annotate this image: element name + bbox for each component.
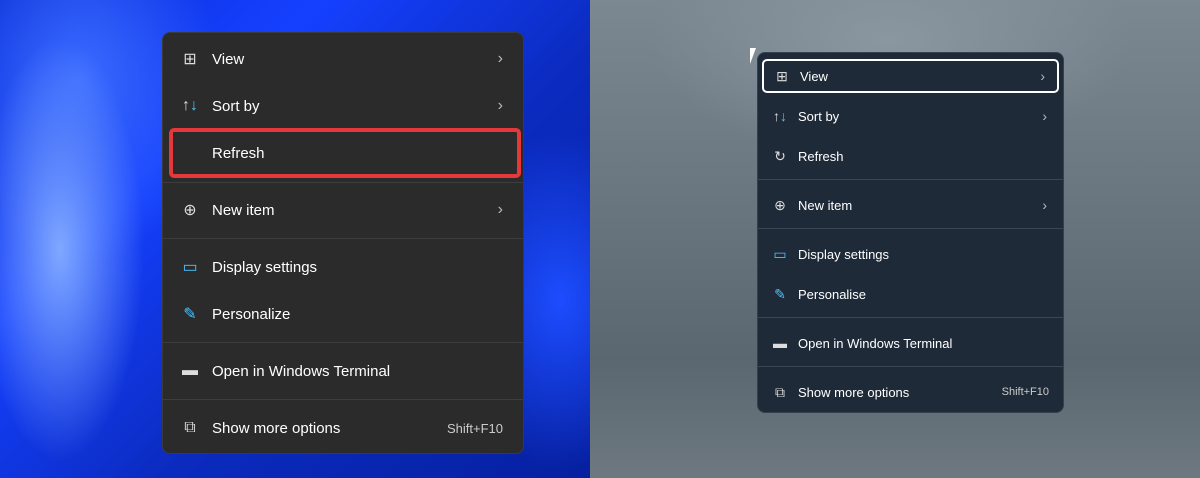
divider [163, 399, 523, 400]
chevron-right-icon: › [1042, 108, 1047, 124]
chevron-right-icon: › [1040, 68, 1045, 84]
plus-circle-icon: ⊕ [774, 196, 786, 213]
share-icon: ⧉ [775, 383, 785, 400]
menu-item-display-settings[interactable]: ▭ Display settings [167, 247, 519, 287]
divider [758, 317, 1063, 318]
divider [758, 366, 1063, 367]
menu-item-personalize[interactable]: ✎ Personalize [167, 294, 519, 334]
divider [163, 182, 523, 183]
brush-icon: ✎ [774, 285, 786, 302]
menu-item-refresh[interactable]: ↻ Refresh [762, 140, 1059, 172]
mouse-cursor-icon [750, 48, 756, 64]
plus-circle-icon: ⊕ [183, 202, 197, 219]
divider [758, 179, 1063, 180]
menu-item-personalise[interactable]: ✎ Personalise [762, 278, 1059, 310]
divider [163, 238, 523, 239]
display-icon: ▭ [182, 259, 198, 276]
menu-item-sort-by[interactable]: ↑↓ Sort by › [167, 86, 519, 126]
sort-icon: ↑↓ [773, 108, 787, 124]
highlight-box [169, 128, 521, 178]
grid-icon: ⊞ [776, 67, 788, 84]
divider [163, 342, 523, 343]
brush-icon: ✎ [183, 306, 197, 323]
grid-icon: ⊞ [183, 51, 197, 68]
chevron-right-icon: › [497, 50, 503, 67]
divider [758, 228, 1063, 229]
menu-item-display-settings[interactable]: ▭ Display settings [762, 238, 1059, 270]
chevron-right-icon: › [497, 201, 503, 218]
menu-item-view[interactable]: ⊞ View › [762, 59, 1059, 93]
terminal-icon: ▬ [773, 335, 787, 351]
context-menu-windows11: ⊞ View › ↑↓ Sort by › Refresh ⊕ New item › ▭ Di… [162, 32, 524, 454]
chevron-right-icon: › [497, 97, 503, 114]
sort-icon: ↑↓ [182, 97, 198, 114]
menu-item-view[interactable]: ⊞ View › [167, 39, 519, 79]
menu-item-show-more-options[interactable]: ⧉ Show more options Shift+F10 [167, 408, 519, 448]
menu-item-open-terminal[interactable]: ▬ Open in Windows Terminal [167, 351, 519, 391]
menu-item-open-terminal[interactable]: ▬ Open in Windows Terminal [762, 327, 1059, 359]
chevron-right-icon: › [1042, 197, 1047, 213]
refresh-icon: ↻ [774, 147, 786, 164]
menu-item-new-item[interactable]: ⊕ New item › [167, 190, 519, 230]
context-menu-windows11-alt: ⊞ View › ↑↓ Sort by › ↻ Refresh ⊕ New item › ▭ D… [757, 52, 1064, 413]
menu-item-new-item[interactable]: ⊕ New item › [762, 189, 1059, 221]
menu-item-show-more-options[interactable]: ⧉ Show more options Shift+F10 [762, 376, 1059, 408]
display-icon: ▭ [773, 245, 787, 262]
share-icon: ⧉ [184, 419, 196, 436]
terminal-icon: ▬ [182, 362, 198, 379]
menu-item-sort-by[interactable]: ↑↓ Sort by › [762, 100, 1059, 132]
